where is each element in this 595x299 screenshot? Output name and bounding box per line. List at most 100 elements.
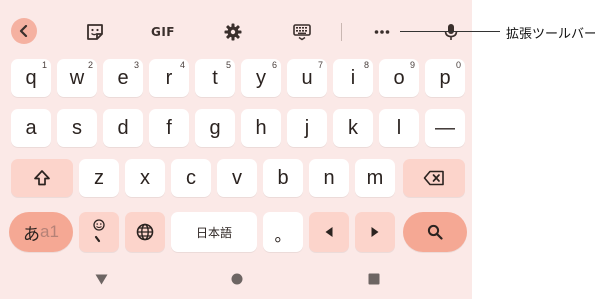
key-t[interactable]: t5 (195, 59, 235, 97)
voice-input-button[interactable] (440, 10, 462, 54)
key-n[interactable]: n (309, 159, 349, 197)
key-o[interactable]: o9 (379, 59, 419, 97)
key-char: s (72, 117, 82, 139)
cursor-left-key[interactable] (309, 212, 349, 252)
key-char: w (69, 67, 85, 89)
shift-key[interactable] (11, 159, 73, 197)
gif-button[interactable]: GIF (148, 10, 178, 54)
nav-recents-icon (368, 273, 380, 285)
key-number: 6 (271, 60, 277, 70)
key-p[interactable]: p0 (425, 59, 465, 97)
settings-button[interactable] (222, 10, 244, 54)
toolbar-divider (341, 23, 342, 41)
key-w[interactable]: w2 (57, 59, 97, 97)
key-dash[interactable]: — (425, 109, 465, 147)
key-number: 0 (455, 60, 461, 70)
nav-home-icon (231, 273, 243, 285)
key-number: 8 (363, 60, 369, 70)
key-char: n (323, 167, 335, 189)
key-y[interactable]: y6 (241, 59, 281, 97)
key-x[interactable]: x (125, 159, 165, 197)
key-number: 7 (317, 60, 323, 70)
globe-icon (136, 223, 154, 241)
key-v[interactable]: v (217, 159, 257, 197)
extended-toolbar: GIF (0, 10, 472, 54)
backspace-icon (423, 170, 444, 186)
key-char: q (25, 67, 37, 89)
key-r[interactable]: r4 (149, 59, 189, 97)
key-char: r (165, 67, 173, 89)
key-a[interactable]: a (11, 109, 51, 147)
key-char: a (25, 117, 37, 139)
chevron-left-icon (19, 25, 28, 37)
key-g[interactable]: g (195, 109, 235, 147)
cursor-right-key[interactable] (355, 212, 395, 252)
collapse-toolbar-button[interactable] (11, 18, 37, 44)
key-k[interactable]: k (333, 109, 373, 147)
space-key[interactable]: 日本語 (171, 212, 257, 252)
key-e[interactable]: e3 (103, 59, 143, 97)
key-char: t (212, 67, 218, 89)
key-char: d (117, 117, 129, 139)
key-char: c (186, 167, 196, 189)
input-mode-toggle-key[interactable]: あ a1 (9, 212, 73, 252)
key-char: i (350, 67, 356, 89)
language-key[interactable] (125, 212, 165, 252)
keyboard-switch-button[interactable] (291, 10, 313, 54)
key-b[interactable]: b (263, 159, 303, 197)
key-m[interactable]: m (355, 159, 395, 197)
shift-icon (34, 170, 50, 186)
nav-back-button[interactable] (93, 271, 109, 287)
key-number: 9 (409, 60, 415, 70)
key-u[interactable]: u7 (287, 59, 327, 97)
nav-home-button[interactable] (229, 271, 245, 287)
emoji-punctuation-key[interactable] (79, 212, 119, 252)
key-s[interactable]: s (57, 109, 97, 147)
key-char: k (348, 117, 358, 139)
triangle-left-icon (325, 227, 333, 237)
more-button[interactable] (371, 10, 393, 54)
key-char: e (117, 67, 129, 89)
search-key[interactable] (403, 212, 467, 252)
emoji-icon (93, 219, 105, 243)
triangle-right-icon (371, 227, 379, 237)
key-char: z (94, 167, 104, 189)
key-c[interactable]: c (171, 159, 211, 197)
system-nav-bar (0, 263, 472, 299)
key-char: x (140, 167, 150, 189)
sticker-button[interactable] (83, 10, 107, 54)
key-char: j (304, 117, 310, 139)
key-h[interactable]: h (241, 109, 281, 147)
sticker-icon (87, 24, 103, 40)
key-l[interactable]: l (379, 109, 419, 147)
key-f[interactable]: f (149, 109, 189, 147)
key-d[interactable]: d (103, 109, 143, 147)
key-number: 1 (41, 60, 47, 70)
period-label: 。 (274, 226, 292, 246)
key-q[interactable]: q1 (11, 59, 51, 97)
gear-icon (224, 23, 242, 41)
backspace-key[interactable] (403, 159, 465, 197)
key-char: — (435, 117, 455, 139)
nav-back-icon (95, 274, 107, 284)
callout-line (400, 31, 500, 32)
extended-toolbar-callout: 拡張ツールバー (506, 27, 595, 42)
gif-label: GIF (150, 25, 175, 39)
space-label: 日本語 (195, 225, 232, 240)
key-char: u (301, 67, 313, 89)
key-number: 2 (87, 60, 93, 70)
microphone-icon (444, 24, 458, 40)
more-icon (374, 30, 390, 34)
key-char: h (255, 117, 267, 139)
key-char: p (439, 67, 451, 89)
key-number: 5 (225, 60, 231, 70)
key-char: l (396, 117, 402, 139)
nav-recents-button[interactable] (366, 271, 382, 287)
key-i[interactable]: i8 (333, 59, 373, 97)
key-char: g (209, 117, 221, 139)
mode-kana-label: あ (23, 224, 41, 244)
period-key[interactable]: 。 (263, 212, 303, 252)
key-char: y (256, 67, 266, 89)
key-z[interactable]: z (79, 159, 119, 197)
key-j[interactable]: j (287, 109, 327, 147)
